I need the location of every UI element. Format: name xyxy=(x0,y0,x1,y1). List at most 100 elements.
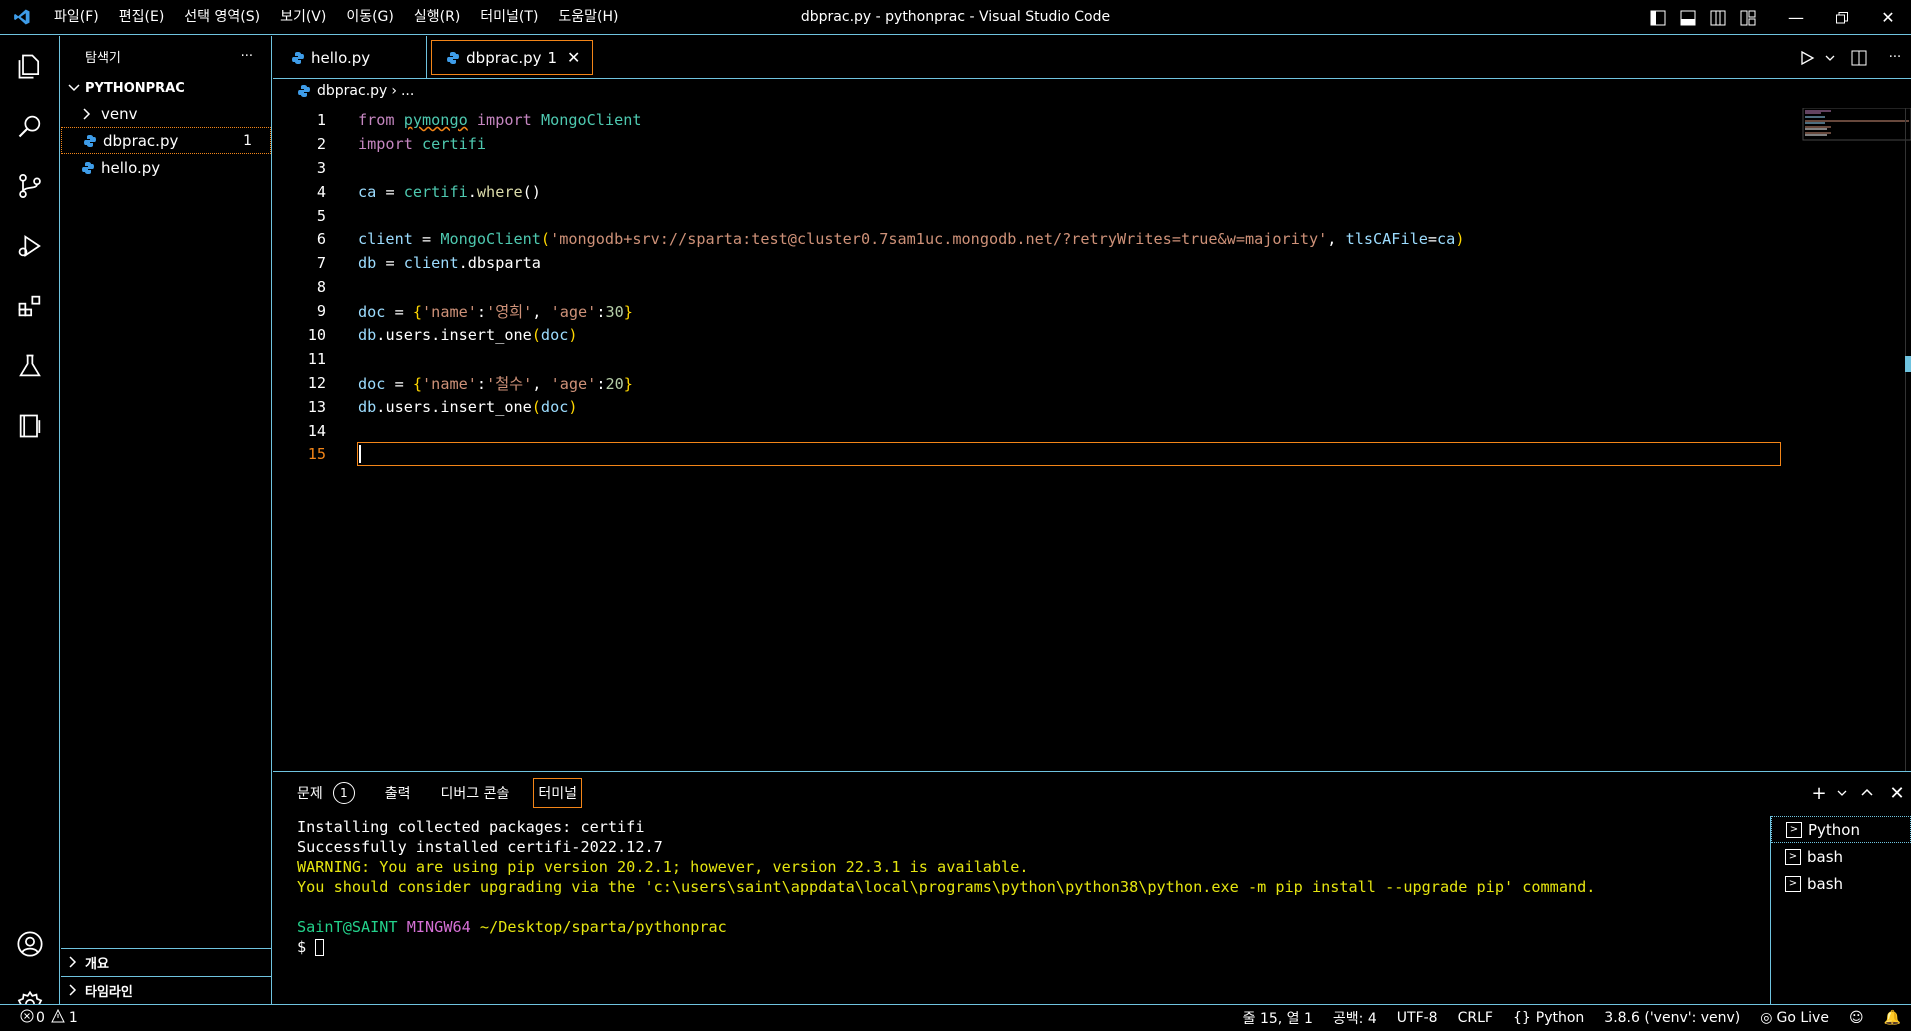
operator: . xyxy=(467,182,477,201)
minimap[interactable] xyxy=(1801,107,1911,148)
terminal-list: > Python > bash > bash xyxy=(1770,816,1911,1004)
tree-item-venv[interactable]: venv xyxy=(61,100,271,127)
restore-icon[interactable] xyxy=(1819,0,1865,35)
tab-output[interactable]: 출력 xyxy=(385,778,411,808)
broadcast-icon: ◎ xyxy=(1760,1010,1773,1026)
split-editor-icon[interactable] xyxy=(1839,36,1879,79)
editor-scrollbar[interactable] xyxy=(1905,108,1911,771)
python-file-icon xyxy=(446,51,460,65)
tab-label: dbprac.py xyxy=(466,48,542,67)
language-mode[interactable]: {} Python xyxy=(1503,1010,1594,1026)
terminal-input-line[interactable]: $ xyxy=(297,937,1595,957)
code-line: 11 xyxy=(273,347,1911,371)
terminal-dropdown-chevron-icon[interactable] xyxy=(1833,772,1851,814)
tree-item-dbprac[interactable]: dbprac.py 1 xyxy=(61,127,271,154)
python-interpreter[interactable]: 3.8.6 ('venv': venv) xyxy=(1594,1010,1750,1026)
tree-item-hello[interactable]: hello.py xyxy=(61,154,271,181)
tab-label: 터미널 xyxy=(538,786,578,802)
tab-dbprac[interactable]: dbprac.py 1 ✕ xyxy=(431,40,594,75)
line-number: 14 xyxy=(307,421,326,440)
toggle-sidebar-icon[interactable] xyxy=(1643,0,1673,35)
operator: , xyxy=(1327,230,1346,249)
notifications-bell-icon[interactable]: 🔔 xyxy=(1874,1010,1911,1026)
activity-bar xyxy=(0,36,60,1018)
error-icon xyxy=(20,1009,34,1027)
attribute: users xyxy=(385,325,432,344)
operator: , xyxy=(532,374,551,393)
source-control-icon[interactable] xyxy=(0,156,60,216)
cursor-position[interactable]: 줄 15, 열 1 xyxy=(1233,1008,1323,1028)
breadcrumb-symbol[interactable]: ... xyxy=(401,83,414,99)
menu-terminal[interactable]: 터미널(T) xyxy=(470,0,548,35)
indentation[interactable]: 공백: 4 xyxy=(1323,1008,1387,1028)
tab-label: hello.py xyxy=(311,48,371,67)
extensions-icon[interactable] xyxy=(0,276,60,336)
terminal-item-bash[interactable]: > bash xyxy=(1771,870,1911,897)
line-number: 5 xyxy=(316,206,326,225)
go-live-label: Go Live xyxy=(1776,1010,1829,1026)
variable: client xyxy=(403,254,459,273)
close-tab-icon[interactable]: ✕ xyxy=(567,48,580,67)
function-name: insert_one xyxy=(440,397,532,416)
terminal-output[interactable]: Installing collected packages: certifi S… xyxy=(297,817,1595,957)
more-actions-icon[interactable]: ··· xyxy=(241,49,253,64)
encoding[interactable]: UTF-8 xyxy=(1387,1010,1448,1026)
prompt-symbol: $ xyxy=(297,938,307,956)
run-debug-icon[interactable] xyxy=(0,216,60,276)
problems-status[interactable]: 0 1 xyxy=(0,1008,78,1027)
tab-terminal[interactable]: 터미널 xyxy=(533,778,583,808)
go-live-button[interactable]: ◎ Go Live xyxy=(1750,1010,1839,1026)
menu-selection[interactable]: 선택 영역(S) xyxy=(174,0,270,35)
maximize-panel-icon[interactable] xyxy=(1851,772,1883,814)
line-number: 3 xyxy=(316,158,326,177)
menu-go[interactable]: 이동(G) xyxy=(336,0,404,35)
editor-more-icon[interactable]: ··· xyxy=(1879,36,1911,79)
minimize-icon[interactable]: — xyxy=(1773,0,1819,35)
folder-header[interactable]: PYTHONPRAC xyxy=(61,76,271,100)
status-bar: 0 1 줄 15, 열 1 공백: 4 UTF-8 CRLF {} Python … xyxy=(0,1004,1911,1031)
customize-layout-icon[interactable] xyxy=(1733,0,1763,35)
bracket: ( xyxy=(540,230,551,249)
menu-view[interactable]: 보기(V) xyxy=(270,0,336,35)
toggle-secondary-sidebar-icon[interactable] xyxy=(1703,0,1733,35)
outline-section[interactable]: 개요 xyxy=(61,948,272,975)
feedback-icon[interactable]: ☺ xyxy=(1839,1010,1874,1026)
menu-run[interactable]: 실행(R) xyxy=(404,0,470,35)
search-icon[interactable] xyxy=(0,96,60,156)
code-line: 5 xyxy=(273,204,1911,228)
line-number: 11 xyxy=(307,349,326,368)
breadcrumb-file[interactable]: dbprac.py xyxy=(317,83,387,99)
editor-area: hello.py dbprac.py 1 ✕ ··· dbprac.py › .… xyxy=(273,36,1911,771)
new-terminal-icon[interactable]: + xyxy=(1805,772,1833,814)
menu-file[interactable]: 파일(F) xyxy=(44,0,109,35)
jupyter-icon[interactable] xyxy=(0,396,60,456)
run-python-icon[interactable] xyxy=(1793,36,1821,79)
close-window-icon[interactable]: ✕ xyxy=(1865,0,1911,35)
testing-icon[interactable] xyxy=(0,336,60,396)
string-literal: 'name' xyxy=(422,303,477,322)
explorer-icon[interactable] xyxy=(0,36,60,96)
terminal-item-python[interactable]: > Python xyxy=(1771,816,1911,843)
tab-debug-console[interactable]: 디버그 콘솔 xyxy=(441,778,510,808)
tab-hello[interactable]: hello.py xyxy=(273,36,428,79)
module-name: pymongo xyxy=(403,110,468,129)
run-dropdown-chevron-icon[interactable] xyxy=(1821,36,1839,79)
line-number: 12 xyxy=(307,373,326,392)
timeline-section[interactable]: 타임라인 xyxy=(61,976,272,1003)
bracket: { xyxy=(412,303,423,322)
terminal-item-bash[interactable]: > bash xyxy=(1771,843,1911,870)
chevron-right-icon xyxy=(69,956,77,968)
accounts-icon[interactable] xyxy=(0,914,60,974)
line-number: 8 xyxy=(316,278,326,297)
toggle-panel-icon[interactable] xyxy=(1673,0,1703,35)
operator: = xyxy=(376,182,404,201)
menu-help[interactable]: 도움말(H) xyxy=(548,0,628,35)
function-name: where xyxy=(476,182,523,201)
end-of-line[interactable]: CRLF xyxy=(1448,1010,1503,1026)
code-editor[interactable]: 1 from pymongo import MongoClient 2 import… xyxy=(273,108,1911,467)
scrollbar-thumb[interactable] xyxy=(1905,356,1911,372)
menu-edit[interactable]: 편집(E) xyxy=(109,0,175,35)
close-panel-icon[interactable]: ✕ xyxy=(1883,772,1911,814)
tab-problems[interactable]: 문제 1 xyxy=(297,778,355,808)
attribute: users xyxy=(385,397,432,416)
